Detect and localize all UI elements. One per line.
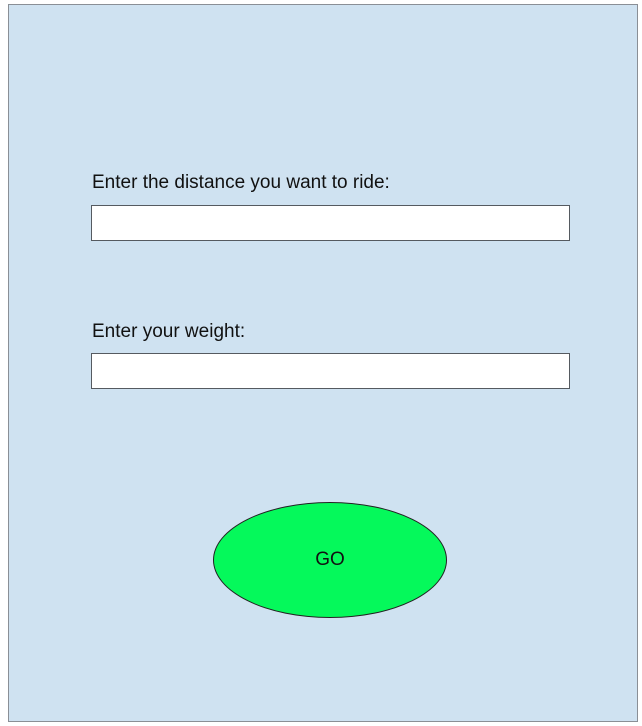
weight-input[interactable] [91,353,570,389]
app-panel: Enter the distance you want to ride: Ent… [8,4,638,722]
distance-input[interactable] [91,205,570,241]
distance-label: Enter the distance you want to ride: [92,172,390,193]
go-button[interactable]: GO [213,502,447,618]
weight-label: Enter your weight: [92,321,246,342]
